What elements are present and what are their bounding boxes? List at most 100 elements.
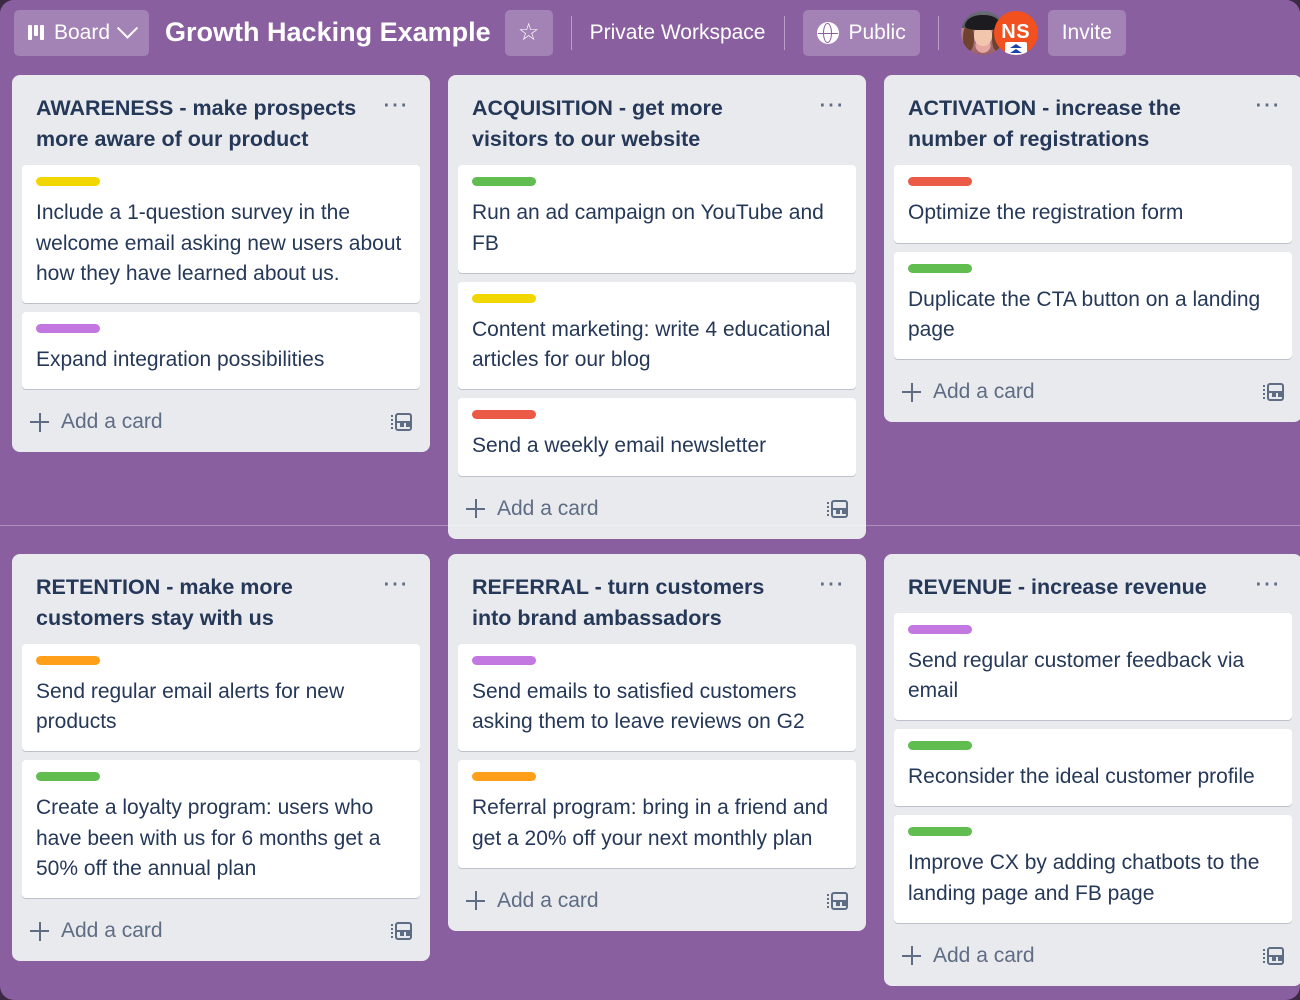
- header-divider-3: [937, 15, 939, 50]
- card-label-red[interactable]: [908, 177, 972, 187]
- plus-icon: [902, 946, 921, 966]
- card[interactable]: Send regular customer feedback via email: [894, 612, 1292, 721]
- list-title: ACQUISITION - get more visitors to our w…: [472, 96, 723, 152]
- list-actions-icon[interactable]: ⋯: [812, 91, 852, 123]
- list-revenue: REVENUE - increase revenue ⋯ Send regula…: [884, 553, 1300, 986]
- member-avatars: NS: [960, 10, 1038, 55]
- card[interactable]: Send a weekly email newsletter: [458, 398, 856, 476]
- visibility-label: Public: [848, 20, 906, 44]
- add-card-button[interactable]: Add a card: [458, 877, 856, 925]
- card[interactable]: Run an ad campaign on YouTube and FB: [458, 165, 856, 273]
- member-avatar-initials[interactable]: NS: [993, 10, 1038, 55]
- list-actions-icon[interactable]: ⋯: [1248, 570, 1288, 602]
- add-card-button[interactable]: Add a card: [894, 932, 1292, 980]
- add-card-button[interactable]: Add a card: [22, 398, 420, 446]
- board-row-divider: [0, 525, 1300, 526]
- card-label-green[interactable]: [908, 263, 972, 273]
- list-title: RETENTION - make more customers stay wit…: [36, 574, 293, 630]
- add-card-button[interactable]: Add a card: [894, 368, 1292, 416]
- card[interactable]: Send emails to satisfied customers askin…: [458, 643, 856, 752]
- card-label-purple[interactable]: [472, 655, 536, 665]
- card-label-green[interactable]: [908, 741, 972, 751]
- workspace-name: Private Workspace: [589, 20, 766, 44]
- star-board-button[interactable]: ☆: [504, 9, 553, 56]
- chevron-down-icon: [116, 17, 139, 39]
- card-title: Referral program: bring in a friend and …: [472, 796, 829, 850]
- card[interactable]: Improve CX by adding chatbots to the lan…: [894, 815, 1292, 923]
- invite-label: Invite: [1061, 20, 1112, 44]
- list-actions-icon[interactable]: ⋯: [812, 570, 852, 602]
- list-header: RETENTION - make more customers stay wit…: [22, 564, 420, 644]
- list-actions-icon[interactable]: ⋯: [376, 570, 416, 602]
- plus-icon: [466, 499, 485, 519]
- board-header: Board Growth Hacking Example ☆ Private W…: [0, 0, 1300, 65]
- list-actions-icon[interactable]: ⋯: [1248, 91, 1288, 123]
- list-title: REFERRAL - turn customers into brand amb…: [472, 574, 765, 630]
- card-label-orange[interactable]: [472, 772, 536, 782]
- add-card-label: Add a card: [61, 919, 163, 943]
- header-divider-1: [570, 15, 572, 50]
- card-label-yellow[interactable]: [36, 177, 100, 187]
- card-label-orange[interactable]: [36, 655, 100, 665]
- list-actions-icon[interactable]: ⋯: [376, 91, 416, 123]
- card[interactable]: Create a loyalty program: users who have…: [22, 760, 420, 899]
- list-retention: RETENTION - make more customers stay wit…: [12, 553, 430, 962]
- card-title: Optimize the registration form: [908, 201, 1184, 225]
- card[interactable]: Expand integration possibilities: [22, 312, 420, 390]
- board-view-switcher[interactable]: Board: [14, 9, 150, 56]
- board-row-2: RETENTION - make more customers stay wit…: [12, 539, 1300, 986]
- list-awareness: AWARENESS - make prospects more aware of…: [12, 75, 430, 453]
- card-label-yellow[interactable]: [472, 293, 536, 303]
- card-title: Content marketing: write 4 educational a…: [472, 317, 831, 372]
- add-card-button[interactable]: Add a card: [22, 907, 420, 955]
- card-label-green[interactable]: [472, 177, 536, 187]
- invite-button[interactable]: Invite: [1047, 9, 1126, 56]
- visibility-button[interactable]: Public: [802, 9, 920, 56]
- card[interactable]: Duplicate the CTA button on a landing pa…: [894, 251, 1292, 360]
- card-template-icon[interactable]: [391, 412, 412, 432]
- card-title: Run an ad campaign on YouTube and FB: [472, 201, 824, 255]
- card-title: Send regular email alerts for new produc…: [36, 679, 345, 734]
- list-referral: REFERRAL - turn customers into brand amb…: [448, 553, 866, 931]
- card-title: Send regular customer feedback via email: [908, 648, 1245, 702]
- board-row-1: AWARENESS - make prospects more aware of…: [12, 65, 1300, 539]
- card-template-icon[interactable]: [827, 499, 848, 519]
- plus-icon: [30, 921, 49, 941]
- list-activation: ACTIVATION - increase the number of regi…: [884, 75, 1300, 423]
- board-icon: [28, 24, 44, 41]
- card-label-green[interactable]: [908, 827, 972, 837]
- card[interactable]: Reconsider the ideal customer profile: [894, 729, 1292, 807]
- card-template-icon[interactable]: [391, 921, 412, 941]
- board-view-label: Board: [54, 20, 111, 44]
- card-template-icon[interactable]: [1263, 946, 1284, 966]
- card-label-red[interactable]: [472, 410, 536, 420]
- card-title: Send a weekly email newsletter: [472, 434, 767, 458]
- card-template-icon[interactable]: [827, 891, 848, 911]
- plus-icon: [30, 412, 49, 432]
- card-label-green[interactable]: [36, 772, 100, 782]
- card-label-purple[interactable]: [36, 324, 100, 334]
- list-header: ACQUISITION - get more visitors to our w…: [458, 85, 856, 165]
- card[interactable]: Content marketing: write 4 educational a…: [458, 281, 856, 390]
- card[interactable]: Include a 1-question survey in the welco…: [22, 165, 420, 304]
- card-template-icon[interactable]: [1263, 382, 1284, 402]
- card-title: Duplicate the CTA button on a landing pa…: [908, 287, 1261, 341]
- star-icon: ☆: [517, 18, 540, 46]
- list-title: ACTIVATION - increase the number of regi…: [908, 96, 1181, 152]
- board-title: Growth Hacking Example: [165, 17, 491, 47]
- card[interactable]: Referral program: bring in a friend and …: [458, 760, 856, 868]
- list-header: REFERRAL - turn customers into brand amb…: [458, 564, 856, 644]
- list-header: ACTIVATION - increase the number of regi…: [894, 85, 1292, 165]
- plus-icon: [466, 891, 485, 911]
- card-label-purple[interactable]: [908, 624, 972, 634]
- trello-board-window: Board Growth Hacking Example ☆ Private W…: [0, 0, 1300, 1000]
- card[interactable]: Optimize the registration form: [894, 165, 1292, 243]
- card[interactable]: Send regular email alerts for new produc…: [22, 643, 420, 752]
- list-header: AWARENESS - make prospects more aware of…: [22, 85, 420, 165]
- globe-icon: [816, 21, 839, 44]
- card-title: Create a loyalty program: users who have…: [36, 796, 381, 880]
- board-canvas: AWARENESS - make prospects more aware of…: [0, 65, 1300, 1000]
- add-card-label: Add a card: [933, 943, 1035, 967]
- card-title: Include a 1-question survey in the welco…: [36, 201, 402, 285]
- list-title: REVENUE - increase revenue: [908, 574, 1207, 599]
